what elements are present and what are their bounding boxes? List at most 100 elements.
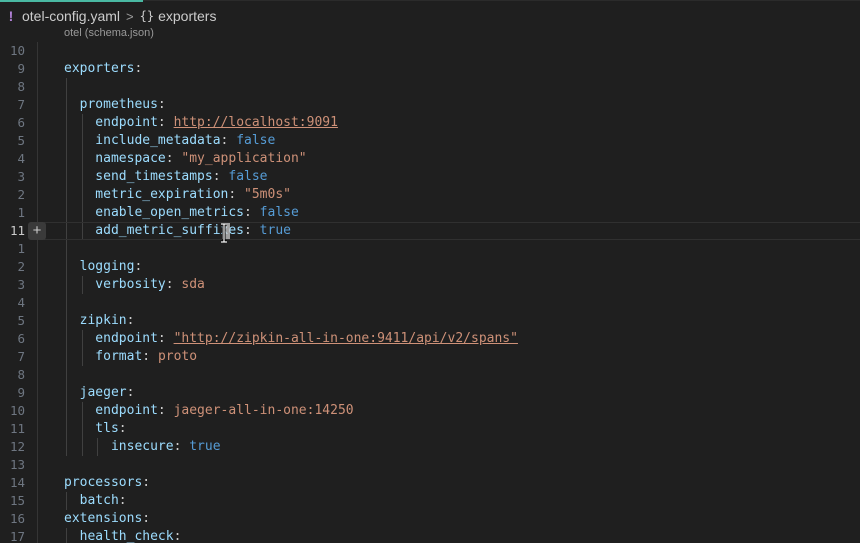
code-line[interactable]: 2 metric_expiration: "5m0s" bbox=[0, 186, 860, 204]
mouse-ibeam-icon bbox=[221, 223, 227, 243]
code-token: : bbox=[142, 475, 151, 490]
code-token: : bbox=[212, 169, 229, 184]
code-text: insecure: true bbox=[64, 438, 221, 456]
code-token: endpoint bbox=[64, 403, 158, 418]
code-line[interactable]: 9 exporters: bbox=[0, 60, 860, 78]
code-token: : bbox=[220, 133, 237, 148]
line-number: 16 bbox=[9, 511, 25, 526]
code-line[interactable]: 4 namespace: "my_application" bbox=[0, 150, 860, 168]
line-number: 10 bbox=[9, 43, 25, 58]
code-line[interactable]: 11 tls: bbox=[0, 420, 860, 438]
code-line[interactable]: 3 send_timestamps: false bbox=[0, 168, 860, 186]
schema-codelens[interactable]: otel (schema.json) bbox=[64, 27, 154, 41]
code-line[interactable]: 3 verbosity: sda bbox=[0, 276, 860, 294]
code-token: : bbox=[157, 115, 174, 130]
line-number: 13 bbox=[9, 457, 25, 472]
code-text: health_check: bbox=[64, 528, 182, 543]
code-token: include_metadata bbox=[64, 133, 221, 148]
code-text: endpoint: jaeger-all-in-one:14250 bbox=[64, 402, 354, 420]
code-line[interactable]: 6 endpoint: http://localhost:9091 bbox=[0, 114, 860, 132]
code-token: enable_open_metrics bbox=[64, 205, 245, 220]
code-token: jaeger-all-in-one:14250 bbox=[173, 403, 354, 418]
code-line[interactable]: 10 bbox=[0, 42, 860, 60]
code-line[interactable]: 5 zipkin: bbox=[0, 312, 860, 330]
yaml-warning-icon: ! bbox=[8, 8, 14, 24]
code-token: : bbox=[157, 97, 166, 112]
code-token: format bbox=[64, 349, 143, 364]
code-line[interactable]: 5 include_metadata: false bbox=[0, 132, 860, 150]
breadcrumb-symbol[interactable]: exporters bbox=[158, 8, 216, 24]
line-number: 9 bbox=[17, 385, 25, 400]
breadcrumb-file[interactable]: otel-config.yaml bbox=[22, 8, 120, 24]
code-line[interactable]: 4 bbox=[0, 294, 860, 312]
code-text: include_metadata: false bbox=[64, 132, 275, 150]
line-number: 2 bbox=[17, 187, 25, 202]
code-token: sda bbox=[181, 277, 205, 292]
line-number: 2 bbox=[17, 259, 25, 274]
code-text: tls: bbox=[64, 420, 126, 438]
line-number: 11 bbox=[9, 421, 25, 436]
line-number: 7 bbox=[17, 97, 25, 112]
code-editor[interactable]: + 10 9 exporters: 8 7 prometheus: 6 endpoint:… bbox=[0, 42, 860, 543]
code-token: false bbox=[259, 205, 299, 220]
code-token: "my_application" bbox=[181, 151, 307, 166]
code-line[interactable]: 12 insecure: true bbox=[0, 438, 860, 456]
code-line[interactable]: 1 bbox=[0, 240, 860, 258]
code-line[interactable]: 2 logging: bbox=[0, 258, 860, 276]
code-token: send_timestamps bbox=[64, 169, 213, 184]
line-number: 3 bbox=[17, 169, 25, 184]
code-text: namespace: "my_application" bbox=[64, 150, 307, 168]
code-line[interactable]: 16 extensions: bbox=[0, 510, 860, 528]
code-text: logging: bbox=[64, 258, 143, 276]
code-token: : bbox=[173, 529, 182, 543]
code-token: "http://zipkin-all-in-one:9411/api/v2/sp… bbox=[173, 331, 518, 346]
code-token: : bbox=[142, 511, 151, 526]
code-token: add_metric_suffixes bbox=[64, 223, 245, 238]
code-line[interactable]: 10 endpoint: jaeger-all-in-one:14250 bbox=[0, 402, 860, 420]
code-line[interactable]: 7 format: proto bbox=[0, 348, 860, 366]
code-line[interactable]: 17 health_check: bbox=[0, 528, 860, 543]
code-text: add_metric_suffixes: true bbox=[64, 222, 291, 240]
code-token: logging bbox=[64, 259, 135, 274]
code-token: : bbox=[165, 151, 182, 166]
braces-icon: {} bbox=[139, 9, 155, 23]
code-text: verbosity: sda bbox=[64, 276, 205, 294]
code-line[interactable]: 9 jaeger: bbox=[0, 384, 860, 402]
code-line[interactable]: 7 prometheus: bbox=[0, 96, 860, 114]
line-number: 1 bbox=[17, 205, 25, 220]
breadcrumb: ! otel-config.yaml > {} exporters bbox=[0, 5, 860, 27]
code-line[interactable]: 13 bbox=[0, 456, 860, 474]
line-number: 9 bbox=[17, 61, 25, 76]
code-token: : bbox=[244, 223, 260, 238]
code-line[interactable]: 14 processors: bbox=[0, 474, 860, 492]
code-line[interactable]: 15 batch: bbox=[0, 492, 860, 510]
code-token: : bbox=[134, 259, 143, 274]
code-token: zipkin bbox=[64, 313, 127, 328]
line-number: 8 bbox=[17, 79, 25, 94]
code-line[interactable]: 11 add_metric_suffixes: true bbox=[0, 222, 860, 240]
code-token: namespace bbox=[64, 151, 166, 166]
line-number: 7 bbox=[17, 349, 25, 364]
code-text: zipkin: bbox=[64, 312, 135, 330]
code-token: prometheus bbox=[64, 97, 158, 112]
code-token: false bbox=[228, 169, 268, 184]
code-line[interactable]: 8 bbox=[0, 366, 860, 384]
code-line[interactable]: 1 enable_open_metrics: false bbox=[0, 204, 860, 222]
code-token: : bbox=[118, 493, 127, 508]
line-number: 5 bbox=[17, 133, 25, 148]
line-number: 12 bbox=[9, 439, 25, 454]
code-token: : bbox=[126, 313, 135, 328]
code-text: metric_expiration: "5m0s" bbox=[64, 186, 291, 204]
line-number: 11 bbox=[9, 223, 25, 238]
code-text: endpoint: http://localhost:9091 bbox=[64, 114, 338, 132]
line-number: 8 bbox=[17, 367, 25, 382]
code-line[interactable]: 8 bbox=[0, 78, 860, 96]
code-token: endpoint bbox=[64, 115, 158, 130]
code-line[interactable]: 6 endpoint: "http://zipkin-all-in-one:94… bbox=[0, 330, 860, 348]
line-number: 10 bbox=[9, 403, 25, 418]
line-number: 14 bbox=[9, 475, 25, 490]
line-number: 6 bbox=[17, 115, 25, 130]
code-token: processors bbox=[64, 475, 143, 490]
code-token: jaeger bbox=[64, 385, 127, 400]
chevron-right-icon: > bbox=[126, 8, 134, 24]
